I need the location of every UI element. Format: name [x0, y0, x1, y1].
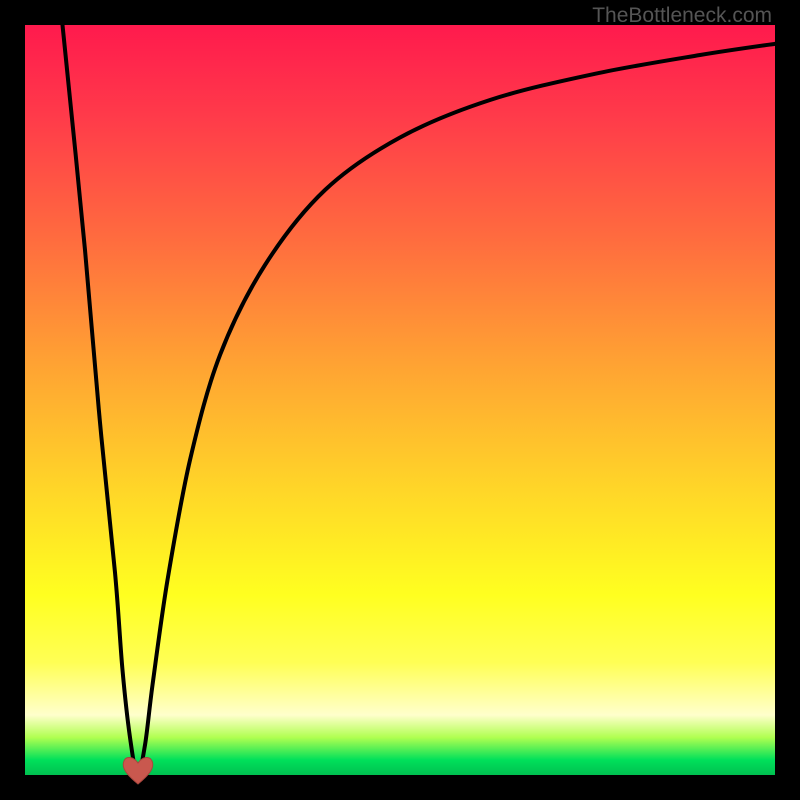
heart-icon [121, 755, 155, 785]
chart-frame: TheBottleneck.com [0, 0, 800, 800]
curve-path [63, 25, 776, 775]
plot-area [25, 25, 775, 775]
bottleneck-curve [25, 25, 775, 775]
